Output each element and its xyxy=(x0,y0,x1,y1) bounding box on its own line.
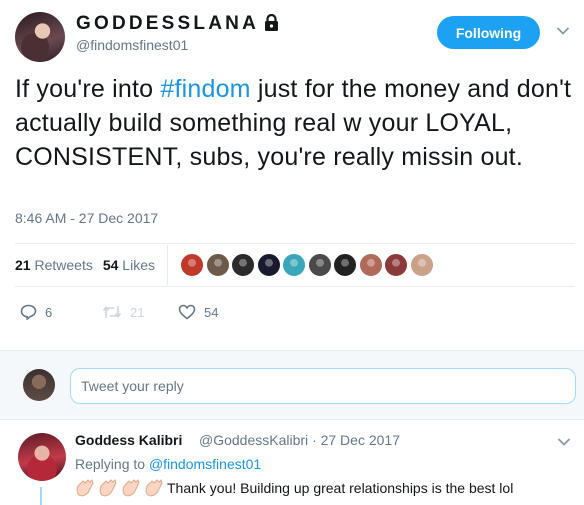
liker-avatar[interactable] xyxy=(231,253,255,277)
stats-separator xyxy=(167,245,168,285)
liker-avatar[interactable] xyxy=(256,253,281,277)
tweet-timestamp[interactable]: 8:46 AM - 27 Dec 2017 xyxy=(15,210,158,226)
retweets-stat[interactable]: 21 Retweets xyxy=(15,257,93,273)
like-action[interactable]: 54 xyxy=(178,304,218,320)
reply-count: 6 xyxy=(45,304,53,320)
liker-avatar[interactable] xyxy=(205,253,230,277)
chevron-down-icon[interactable] xyxy=(556,26,570,36)
clapping-hands-icon xyxy=(122,479,140,497)
clapping-hands-icon xyxy=(76,479,94,497)
tweet-text-start: If you're into xyxy=(15,75,161,103)
liker-avatar[interactable] xyxy=(307,253,332,277)
liker-avatar[interactable] xyxy=(180,253,204,277)
reply-author-name[interactable]: Goddess Kalibri xyxy=(75,432,182,448)
current-user-avatar[interactable] xyxy=(23,369,55,401)
replying-to-handle-link[interactable]: @findomsfinest01 xyxy=(149,456,261,472)
author-avatar[interactable] xyxy=(15,12,65,62)
author-display-name[interactable]: GODDESSLANA xyxy=(76,13,259,35)
reply-author-meta[interactable]: @GoddessKalibri · 27 Dec 2017 xyxy=(199,432,400,448)
reply-author-avatar[interactable] xyxy=(18,433,66,481)
thread-line xyxy=(40,487,42,505)
heart-icon xyxy=(178,304,196,320)
tweet-text: If you're into #findom just for the mone… xyxy=(15,72,575,174)
retweet-icon xyxy=(102,306,122,318)
author-handle[interactable]: @findomsfinest01 xyxy=(76,37,188,53)
replying-to: Replying to @findomsfinest01 xyxy=(75,456,262,472)
reply-text: Thank you! Building up great relationshi… xyxy=(75,479,513,497)
like-count: 54 xyxy=(204,304,219,320)
liker-avatar[interactable] xyxy=(358,253,383,277)
clapping-hands-icon xyxy=(99,479,117,497)
tweet-stats: 21 Retweets 54 Likes xyxy=(15,257,155,273)
reply-icon xyxy=(20,304,37,320)
chevron-down-icon[interactable] xyxy=(557,437,571,447)
reply-text-content: Thank you! Building up great relationshi… xyxy=(167,480,514,496)
lock-icon xyxy=(265,14,278,31)
retweet-count: 21 xyxy=(130,304,145,320)
retweet-action[interactable]: 21 xyxy=(102,304,144,320)
liker-avatar[interactable] xyxy=(409,253,434,277)
reply-input[interactable] xyxy=(70,368,576,404)
divider xyxy=(15,243,575,244)
divider xyxy=(15,286,575,287)
hashtag-link[interactable]: #findom xyxy=(160,75,250,103)
likes-stat[interactable]: 54 Likes xyxy=(103,257,155,273)
liker-avatar[interactable] xyxy=(333,253,357,277)
clapping-hands-icon xyxy=(145,479,163,497)
liker-avatar[interactable] xyxy=(282,253,306,277)
liker-avatar[interactable] xyxy=(384,253,408,277)
following-button[interactable]: Following xyxy=(437,16,540,49)
reply-action[interactable]: 6 xyxy=(20,304,52,320)
